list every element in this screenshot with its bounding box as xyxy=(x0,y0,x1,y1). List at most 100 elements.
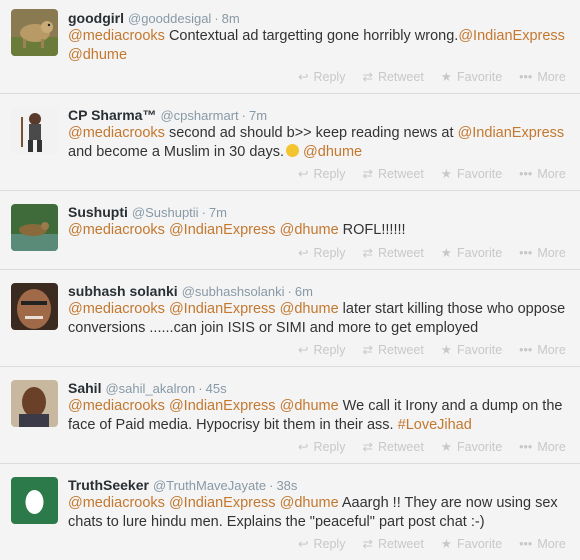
mention-link[interactable]: @IndianExpress xyxy=(169,301,276,317)
tweet[interactable]: Sushupti @Sushuptii · 7m @mediacrooks @Indi… xyxy=(0,191,580,270)
reply-button[interactable]: ↩ Reply xyxy=(298,536,345,551)
tweet[interactable]: TruthSeeker @TruthMaveJayate · 38s @mediacr… xyxy=(0,464,580,560)
emoji-icon xyxy=(286,144,299,157)
more-icon: ••• xyxy=(519,343,533,357)
more-button[interactable]: ••• More xyxy=(519,343,566,357)
favorite-button[interactable]: ★ Favorite xyxy=(441,166,502,181)
more-button[interactable]: ••• More xyxy=(519,246,566,260)
avatar[interactable] xyxy=(11,283,58,330)
retweet-icon: ⇄ xyxy=(362,537,373,551)
more-button[interactable]: ••• More xyxy=(519,70,566,84)
more-label: More xyxy=(537,246,566,260)
favorite-button[interactable]: ★ Favorite xyxy=(441,536,502,551)
tweet-text-segment: and become a Muslim in 30 days. xyxy=(68,144,284,160)
tweet[interactable]: goodgirl @gooddesigal · 8m @mediacrooks Con… xyxy=(0,0,580,94)
user-name[interactable]: TruthSeeker xyxy=(68,477,149,493)
favorite-button[interactable]: ★ Favorite xyxy=(441,69,502,84)
mention-link[interactable]: @mediacrooks xyxy=(68,398,165,414)
favorite-label: Favorite xyxy=(457,167,503,181)
tweet-text-segment: ROFL!!!!!! xyxy=(338,222,406,238)
timestamp[interactable]: 7m xyxy=(249,108,267,123)
user-name[interactable]: goodgirl xyxy=(68,10,124,26)
mention-link[interactable]: @dhume xyxy=(280,222,339,238)
reply-button[interactable]: ↩ Reply xyxy=(298,245,345,260)
favorite-button[interactable]: ★ Favorite xyxy=(441,439,502,454)
reply-button[interactable]: ↩ Reply xyxy=(298,166,345,181)
tweet[interactable]: CP Sharma™ @cpsharmart · 7m @mediacrooks se… xyxy=(0,94,580,191)
user-name[interactable]: CP Sharma™ xyxy=(68,107,156,123)
user-handle[interactable]: @sahil_akalron xyxy=(105,381,195,396)
more-label: More xyxy=(537,537,566,551)
avatar[interactable] xyxy=(11,107,58,154)
retweet-icon: ⇄ xyxy=(362,70,373,84)
avatar[interactable] xyxy=(11,204,58,251)
user-name[interactable]: Sahil xyxy=(68,380,101,396)
mention-link[interactable]: @mediacrooks xyxy=(68,495,165,511)
avatar[interactable] xyxy=(11,477,58,524)
retweet-button[interactable]: ⇄ Retweet xyxy=(362,245,423,260)
reply-icon: ↩ xyxy=(298,70,309,84)
tweet-text: @mediacrooks second ad should b>> keep r… xyxy=(68,124,573,162)
separator-dot: · xyxy=(241,108,247,123)
retweet-button[interactable]: ⇄ Retweet xyxy=(362,342,423,357)
mention-link[interactable]: @dhume xyxy=(280,301,339,317)
mention-link[interactable]: @dhume xyxy=(280,495,339,511)
tweet[interactable]: subhash solanki @subhashsolanki · 6m @media… xyxy=(0,270,580,367)
timestamp[interactable]: 38s xyxy=(276,478,297,493)
mention-link[interactable]: @IndianExpress xyxy=(458,125,565,141)
user-handle[interactable]: @gooddesigal xyxy=(128,11,211,26)
timestamp[interactable]: 6m xyxy=(295,284,313,299)
retweet-button[interactable]: ⇄ Retweet xyxy=(362,536,423,551)
reply-icon: ↩ xyxy=(298,440,309,454)
timestamp[interactable]: 45s xyxy=(206,381,227,396)
separator-dot: · xyxy=(287,284,292,299)
retweet-button[interactable]: ⇄ Retweet xyxy=(362,69,423,84)
more-button[interactable]: ••• More xyxy=(519,167,566,181)
tweet-text: @mediacrooks @IndianExpress @dhume We ca… xyxy=(68,397,573,435)
tweet-actions: ↩ Reply ⇄ Retweet ★ Favorite ••• More xyxy=(298,439,580,454)
more-icon: ••• xyxy=(519,440,533,454)
tweet[interactable]: Sahil @sahil_akalron · 45s @mediacrooks @In… xyxy=(0,367,580,464)
hashtag-link[interactable]: #LoveJihad xyxy=(398,417,472,433)
user-name[interactable]: Sushupti xyxy=(68,204,128,220)
reply-button[interactable]: ↩ Reply xyxy=(298,69,345,84)
avatar[interactable] xyxy=(11,9,58,56)
user-name[interactable]: subhash solanki xyxy=(68,283,178,299)
avatar-image xyxy=(11,9,58,56)
star-icon: ★ xyxy=(440,343,453,357)
user-handle[interactable]: @TruthMaveJayate xyxy=(153,478,266,493)
retweet-label: Retweet xyxy=(377,246,424,260)
mention-link[interactable]: @IndianExpress xyxy=(458,28,565,44)
mention-link[interactable]: @IndianExpress xyxy=(169,398,276,414)
reply-button[interactable]: ↩ Reply xyxy=(298,342,345,357)
mention-link[interactable]: @IndianExpress xyxy=(169,495,276,511)
reply-label: Reply xyxy=(313,343,346,357)
favorite-button[interactable]: ★ Favorite xyxy=(441,245,502,260)
mention-link[interactable]: @dhume xyxy=(303,144,362,160)
more-button[interactable]: ••• More xyxy=(519,537,566,551)
mention-link[interactable]: @dhume xyxy=(280,398,339,414)
mention-link[interactable]: @mediacrooks xyxy=(68,28,165,44)
timestamp[interactable]: 8m xyxy=(222,11,240,26)
mention-link[interactable]: @dhume xyxy=(68,47,127,63)
mention-link[interactable]: @mediacrooks xyxy=(68,301,165,317)
tweet-text: @mediacrooks @IndianExpress @dhume ROFL!… xyxy=(68,221,573,240)
mention-link[interactable]: @mediacrooks xyxy=(68,125,165,141)
user-handle[interactable]: @Sushuptii xyxy=(132,205,199,220)
more-button[interactable]: ••• More xyxy=(519,440,566,454)
mention-link[interactable]: @IndianExpress xyxy=(169,222,276,238)
more-icon: ••• xyxy=(519,537,533,551)
mention-link[interactable]: @mediacrooks xyxy=(68,222,165,238)
tweet-actions: ↩ Reply ⇄ Retweet ★ Favorite ••• More xyxy=(298,536,580,551)
retweet-button[interactable]: ⇄ Retweet xyxy=(362,166,423,181)
reply-button[interactable]: ↩ Reply xyxy=(298,439,345,454)
favorite-button[interactable]: ★ Favorite xyxy=(441,342,502,357)
avatar-image xyxy=(11,380,58,427)
user-handle[interactable]: @cpsharmart xyxy=(160,108,238,123)
avatar[interactable] xyxy=(11,380,58,427)
user-handle[interactable]: @subhashsolanki xyxy=(182,284,285,299)
retweet-button[interactable]: ⇄ Retweet xyxy=(362,439,423,454)
retweet-label: Retweet xyxy=(377,440,424,454)
reply-label: Reply xyxy=(313,70,346,84)
timestamp[interactable]: 7m xyxy=(209,205,227,220)
